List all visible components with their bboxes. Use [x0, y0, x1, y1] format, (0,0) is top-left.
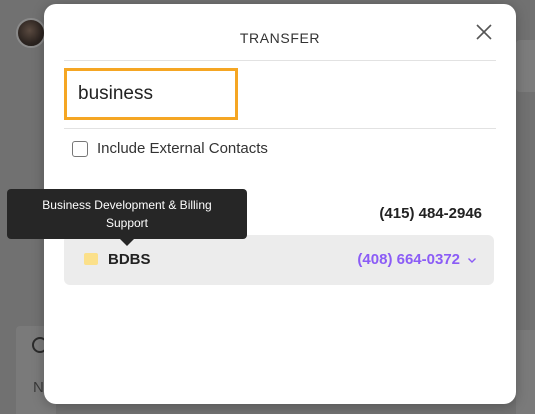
close-button[interactable]: [472, 20, 496, 44]
include-external-label: Include External Contacts: [97, 140, 268, 157]
tooltip: Business Development & Billing Support: [7, 189, 247, 239]
background-strip: [516, 330, 535, 414]
chevron-down-icon[interactable]: [466, 254, 478, 266]
result-name: BDBS: [108, 251, 151, 268]
close-icon: [476, 24, 492, 40]
modal-title: TRANSFER: [239, 30, 321, 46]
include-external-contacts[interactable]: Include External Contacts: [72, 140, 268, 157]
background-text: N: [33, 379, 44, 396]
background-panel: [516, 40, 535, 92]
avatar[interactable]: [16, 18, 46, 48]
tooltip-arrow: [120, 239, 134, 246]
result-phone[interactable]: (415) 484-2946: [379, 205, 482, 222]
divider: [64, 60, 496, 61]
folder-icon: [84, 253, 98, 265]
search-box[interactable]: [64, 68, 238, 120]
search-input[interactable]: [67, 71, 235, 117]
divider: [64, 128, 496, 129]
include-external-checkbox[interactable]: [72, 140, 88, 157]
result-phone[interactable]: (408) 664-0372: [357, 251, 460, 268]
